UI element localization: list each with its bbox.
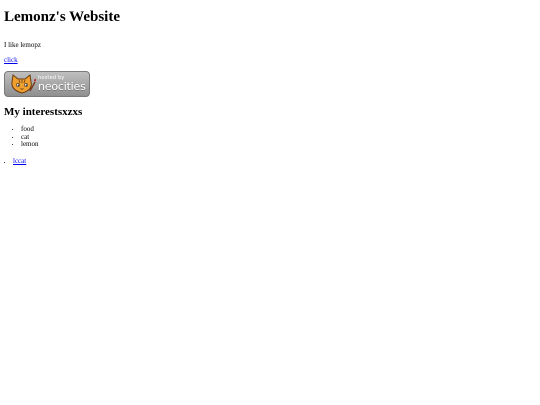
interests-list: food cat lemon bbox=[4, 125, 536, 149]
neocities-badge[interactable]: hosted by neocities bbox=[4, 71, 90, 97]
list-item: cat bbox=[21, 133, 536, 142]
lccat-link[interactable]: lccat bbox=[13, 157, 26, 165]
list-item: lccat bbox=[13, 157, 536, 165]
badge-brand-text: neocities bbox=[38, 80, 86, 93]
list-item: food bbox=[21, 125, 536, 134]
page-title: Lemonz's Website bbox=[4, 9, 120, 25]
interests-heading: My interestsxzxs bbox=[4, 106, 83, 118]
neocities-cat-icon bbox=[11, 74, 36, 94]
link-list: lccat bbox=[4, 157, 536, 165]
click-link[interactable]: click bbox=[4, 56, 18, 64]
page-content: Lemonz's Website I like lemopz click hos… bbox=[0, 9, 540, 165]
list-item: lemon bbox=[21, 140, 536, 149]
tagline-text: I like lemopz bbox=[4, 41, 41, 49]
